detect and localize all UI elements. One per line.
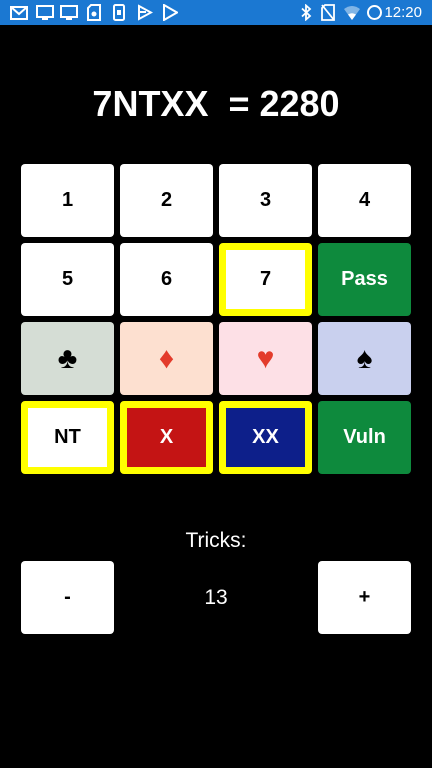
phone-icon <box>113 4 125 21</box>
clock: 12:20 <box>384 4 422 21</box>
tricks-value: 13 <box>204 586 228 609</box>
level-3-button[interactable]: 3 <box>219 164 312 237</box>
no-sim-icon <box>321 4 335 21</box>
hearts-button[interactable]: ♥ <box>219 322 312 395</box>
tricks-increment-button[interactable]: + <box>318 561 411 634</box>
status-bar: 12:20 <box>0 0 432 25</box>
clubs-button[interactable]: ♣ <box>21 322 114 395</box>
club-icon: ♣ <box>57 341 78 375</box>
no-trump-button[interactable]: NT <box>21 401 114 474</box>
play-icon <box>138 4 153 21</box>
redouble-button[interactable]: XX <box>219 401 312 474</box>
heart-icon: ♥ <box>256 341 275 375</box>
level-7-button[interactable]: 7 <box>219 243 312 316</box>
sd-card-icon <box>87 4 101 21</box>
play-store-icon <box>163 4 178 21</box>
double-button[interactable]: X <box>120 401 213 474</box>
battery-icon <box>367 5 382 20</box>
spades-button[interactable]: ♠ <box>318 322 411 395</box>
screen: 12:20 7NTXX = 2280 1 2 3 4 5 6 7 Pass ♣ … <box>0 0 432 768</box>
level-5-button[interactable]: 5 <box>21 243 114 316</box>
wifi-icon <box>344 6 360 20</box>
vulnerable-button[interactable]: Vuln <box>318 401 411 474</box>
diamond-icon: ♦ <box>158 341 175 375</box>
tricks-label: Tricks: <box>185 529 247 552</box>
pass-button[interactable]: Pass <box>318 243 411 316</box>
screen-icon <box>60 5 78 20</box>
screen-icon <box>36 5 54 20</box>
bluetooth-icon <box>301 4 312 21</box>
level-2-button[interactable]: 2 <box>120 164 213 237</box>
level-6-button[interactable]: 6 <box>120 243 213 316</box>
level-4-button[interactable]: 4 <box>318 164 411 237</box>
spade-icon: ♠ <box>356 341 373 375</box>
contract-score: 7NTXX = 2280 <box>92 83 340 124</box>
gmail-icon <box>10 6 28 20</box>
tricks-decrement-button[interactable]: - <box>21 561 114 634</box>
level-1-button[interactable]: 1 <box>21 164 114 237</box>
diamonds-button[interactable]: ♦ <box>120 322 213 395</box>
